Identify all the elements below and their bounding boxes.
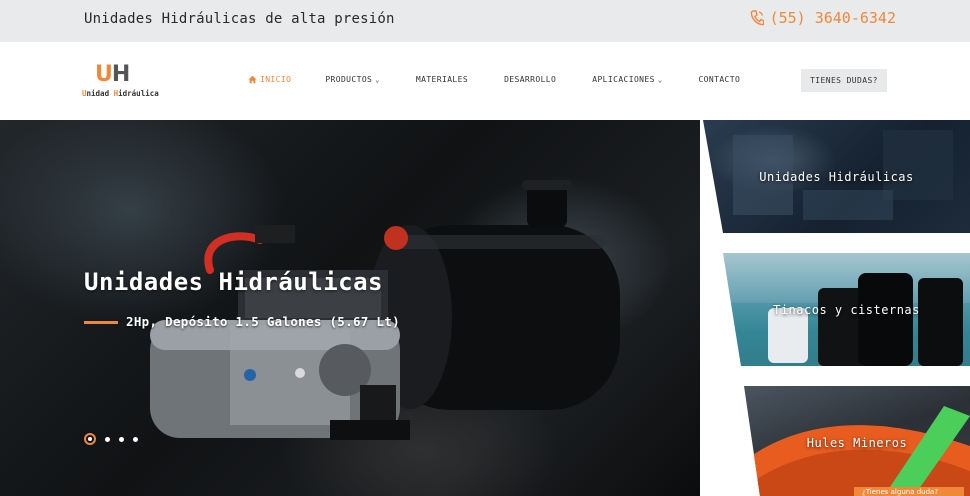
nav-item-desarrollo[interactable]: DESARROLLO: [504, 75, 556, 84]
panel-label: Unidades Hidráulicas: [759, 170, 914, 184]
nav-item-inicio-label: INICIO: [260, 75, 292, 84]
category-panel-unidades[interactable]: Unidades Hidráulicas: [703, 120, 970, 233]
chevron-down-icon: ⌄: [657, 75, 663, 84]
slide-title: Unidades Hidráulicas: [84, 268, 383, 296]
hero-slide[interactable]: Unidades Hidráulicas 2Hp, Depósito 1.5 G…: [0, 120, 700, 496]
main-menu: INICIO PRODUCTOS ⌄ MATERIALES DESARROLLO…: [248, 75, 740, 84]
nav-item-productos[interactable]: PRODUCTOS ⌄: [325, 75, 380, 84]
panel-label: Hules Mineros: [806, 436, 908, 450]
nav-item-aplicaciones[interactable]: APLICACIONES ⌄: [592, 75, 662, 84]
logo-mark-u: U: [95, 62, 113, 87]
category-panel-tinacos[interactable]: Tinacos y cisternas: [723, 253, 970, 366]
site-tagline: Unidades Hidráulicas de alta presión: [84, 11, 395, 27]
nav-item-contacto-label: CONTACTO: [698, 75, 741, 84]
slide-subtitle: 2Hp, Depósito 1.5 Galones (5.67 Lt): [126, 314, 400, 329]
nav-item-materiales-label: MATERIALES: [415, 75, 469, 84]
slider-dot[interactable]: [119, 436, 124, 442]
hero-section: Unidades Hidráulicas 2Hp, Depósito 1.5 G…: [0, 120, 970, 496]
logo-mark: UH: [95, 62, 130, 87]
logo-brand-text: Unidad Hidráulica: [82, 89, 159, 98]
nav-item-contacto[interactable]: CONTACTO: [698, 75, 740, 84]
phone-link[interactable]: (55) 3640-6342: [750, 9, 896, 27]
logo-brand-word-2: idráulica: [118, 89, 159, 98]
slider-dot[interactable]: [84, 433, 96, 445]
category-panel-hules[interactable]: Hules Mineros: [744, 386, 970, 496]
panel-label: Tinacos y cisternas: [773, 303, 920, 317]
chat-widget-tab[interactable]: ¿Tienes alguna duda?: [854, 487, 964, 496]
logo-mark-h: H: [111, 62, 130, 87]
site-logo[interactable]: UH Unidad Hidráulica: [82, 62, 159, 102]
phone-number[interactable]: (55) 3640-6342: [770, 9, 896, 27]
questions-button[interactable]: TIENES DUDAS?: [801, 69, 887, 92]
main-navbar: UH Unidad Hidráulica INICIO PRODUCTOS ⌄ …: [0, 42, 970, 120]
chevron-down-icon: ⌄: [375, 75, 380, 84]
top-bar: Unidades Hidráulicas de alta presión (55…: [0, 0, 970, 42]
slider-dot[interactable]: [133, 436, 138, 442]
home-icon: [248, 75, 257, 84]
nav-item-aplicaciones-label: APLICACIONES: [592, 75, 655, 84]
nav-item-desarrollo-label: DESARROLLO: [504, 75, 557, 84]
nav-item-materiales[interactable]: MATERIALES: [416, 75, 468, 84]
slide-accent-line: [84, 321, 118, 324]
slider-dot[interactable]: [105, 436, 110, 442]
phone-icon: [750, 10, 764, 26]
nav-item-inicio[interactable]: INICIO: [248, 75, 291, 84]
logo-brand-word-1: nidad: [86, 89, 114, 98]
slider-pagination: [84, 433, 138, 445]
nav-item-productos-label: PRODUCTOS: [325, 75, 373, 84]
